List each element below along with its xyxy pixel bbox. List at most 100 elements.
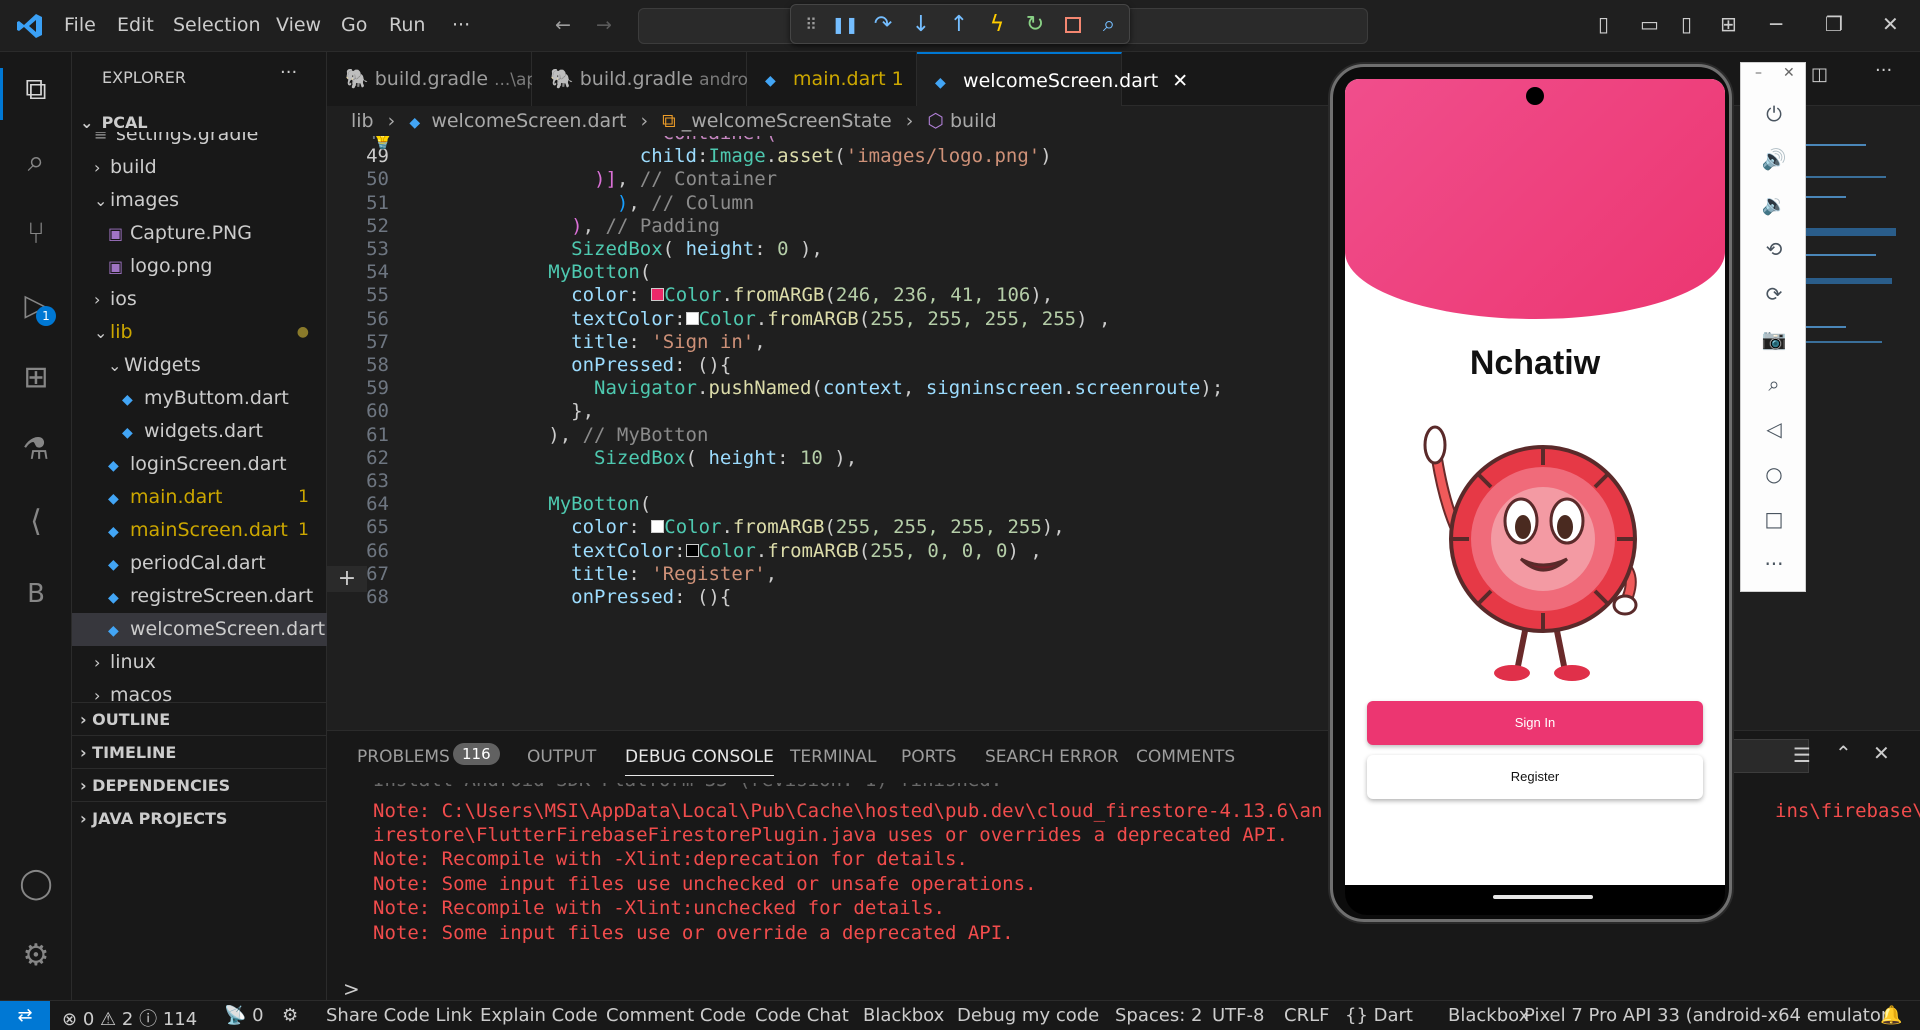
zoom-icon[interactable]: ⌕ — [1759, 369, 1789, 399]
add-line-icon[interactable]: + — [327, 566, 367, 592]
maximize-panel-icon[interactable]: ⌃ — [1835, 741, 1852, 765]
close-window-icon[interactable]: ✕ — [1882, 12, 1899, 36]
volume-up-icon[interactable]: 🔊 — [1759, 144, 1789, 174]
status-explain-code[interactable]: Explain Code — [480, 1005, 598, 1026]
toggle-sidebar-icon[interactable]: ▯ — [1598, 12, 1609, 36]
explorer-more-icon[interactable]: ··· — [280, 62, 297, 83]
tree-item[interactable]: ◆ myButtom.dart — [72, 382, 327, 415]
timeline-section[interactable]: › TIMELINE — [72, 735, 327, 768]
back-arrow-icon[interactable]: ← — [555, 14, 571, 36]
tree-item[interactable]: › build — [72, 151, 327, 184]
settings-gear-icon[interactable]: ⚙ — [14, 934, 58, 978]
split-editor-icon[interactable]: ◫ — [1811, 64, 1828, 85]
customize-layout-icon[interactable]: ⊞ — [1720, 12, 1737, 36]
status-eol[interactable]: CRLF — [1284, 1005, 1329, 1026]
dependencies-section[interactable]: › DEPENDENCIES — [72, 768, 327, 801]
status-blackbox-2[interactable]: Blackbox — [1448, 1005, 1529, 1026]
emulator-minimize-icon[interactable]: – — [1755, 65, 1762, 81]
breadcrumb-item[interactable]: _welcomeScreenState — [682, 110, 892, 132]
lightbulb-icon[interactable]: 💡 — [369, 136, 396, 151]
panel-tab-terminal[interactable]: TERMINAL — [790, 747, 876, 767]
back-triangle-icon[interactable]: ◁ — [1759, 414, 1789, 444]
status-blackbox[interactable]: Blackbox — [863, 1005, 944, 1026]
close-panel-icon[interactable]: ✕ — [1873, 741, 1890, 765]
tree-item[interactable]: ◆ welcomeScreen.dart — [72, 613, 327, 646]
tree-item[interactable]: ◆ periodCal.dart — [72, 547, 327, 580]
tree-item[interactable]: ◆ widgets.dart — [72, 415, 327, 448]
step-out-icon[interactable]: ↑ — [945, 11, 973, 39]
tab-welcome-screen-dart[interactable]: ◆ welcomeScreen.dart ✕ — [917, 52, 1188, 106]
stop-icon[interactable] — [1059, 11, 1087, 39]
forward-arrow-icon[interactable]: → — [596, 14, 612, 36]
tree-item[interactable]: › ios — [72, 283, 327, 316]
menu-run[interactable]: Run — [389, 14, 425, 36]
tree-item[interactable]: › linux — [72, 646, 327, 679]
editor-more-icon[interactable]: ··· — [1875, 60, 1892, 81]
status-indentation[interactable]: Spaces: 2 — [1115, 1005, 1202, 1026]
drag-handle-icon[interactable]: ⠿ — [797, 11, 825, 39]
search-icon[interactable]: ⌕ — [14, 140, 58, 184]
tab-main-dart[interactable]: ◆ main.dart 1 — [747, 52, 917, 106]
debug-config-icon[interactable]: ⚙ — [282, 1005, 298, 1026]
problems-summary[interactable]: ⊗ 0 ⚠ 2 ⓘ 114 — [62, 1005, 197, 1030]
blackbox-icon[interactable]: B — [14, 572, 58, 616]
tree-item[interactable]: ▣ logo.png — [72, 250, 327, 283]
tab-build-gradle-android[interactable]: 🐘 build.gradle android — [532, 52, 764, 106]
status-language[interactable]: {} Dart — [1345, 1005, 1413, 1026]
account-icon[interactable]: ◯ — [14, 862, 58, 906]
phone-screen[interactable]: Nchatiw Sign In Register — [1345, 79, 1725, 885]
close-tab-icon[interactable]: ✕ — [1172, 70, 1188, 92]
status-comment-code[interactable]: Comment Code — [606, 1005, 746, 1026]
toggle-secondary-sidebar-icon[interactable]: ▯ — [1681, 12, 1692, 36]
tree-item[interactable]: ◆ mainScreen.dart 1 — [72, 514, 327, 547]
menu-more[interactable]: ··· — [452, 14, 470, 36]
home-circle-icon[interactable]: ○ — [1759, 459, 1789, 489]
panel-tab-comments[interactable]: COMMENTS — [1136, 747, 1235, 767]
clear-console-icon[interactable]: ☰ — [1793, 743, 1811, 767]
overview-square-icon[interactable]: □ — [1759, 504, 1789, 534]
register-button[interactable]: Register — [1367, 755, 1703, 799]
pause-icon[interactable]: ❚❚ — [831, 11, 859, 39]
tree-item[interactable]: ▣ Capture.PNG — [72, 217, 327, 250]
emulator-close-icon[interactable]: ✕ — [1783, 65, 1795, 81]
tree-item[interactable]: ◆ main.dart 1 — [72, 481, 327, 514]
testing-icon[interactable]: ⚗ — [14, 428, 58, 472]
tab-build-gradle-app[interactable]: 🐘 build.gradle ...\app — [327, 52, 548, 106]
menu-selection[interactable]: Selection — [173, 14, 261, 36]
volume-down-icon[interactable]: 🔉 — [1759, 189, 1789, 219]
tree-item[interactable]: ◆ loginScreen.dart — [72, 448, 327, 481]
breadcrumb-item[interactable]: lib — [351, 110, 374, 132]
status-encoding[interactable]: UTF-8 — [1212, 1005, 1264, 1026]
panel-tab-output[interactable]: OUTPUT — [527, 747, 596, 767]
java-projects-section[interactable]: › JAVA PROJECTS — [72, 801, 327, 834]
outline-section[interactable]: › OUTLINE — [72, 702, 327, 735]
sign-in-button[interactable]: Sign In — [1367, 701, 1703, 745]
restore-window-icon[interactable]: ❐ — [1825, 12, 1843, 36]
tree-item[interactable]: ⌄ images — [72, 184, 327, 217]
breadcrumb-item[interactable]: welcomeScreen.dart — [431, 110, 626, 132]
tree-item[interactable]: › macos — [72, 679, 327, 702]
console-prompt[interactable]: > — [343, 977, 360, 1001]
restart-icon[interactable]: ↻ — [1021, 11, 1049, 39]
hot-reload-icon[interactable]: ϟ — [983, 11, 1011, 39]
rotate-left-icon[interactable]: ⟲ — [1759, 234, 1789, 264]
ports-status[interactable]: 📡 0 — [224, 1005, 264, 1026]
notifications-bell-icon[interactable]: 🔔 — [1880, 1005, 1902, 1026]
source-control-icon[interactable]: ⑂ — [14, 212, 58, 256]
panel-tab-search-error[interactable]: SEARCH ERROR — [985, 747, 1119, 767]
rotate-right-icon[interactable]: ⟳ — [1759, 279, 1789, 309]
tree-item[interactable]: ⌄ Widgets — [72, 349, 327, 382]
tree-item[interactable]: ◆ registreScreen.dart — [72, 580, 327, 613]
panel-tab-problems[interactable]: PROBLEMS — [357, 747, 450, 767]
devtools-search-icon[interactable]: ⌕ — [1095, 11, 1123, 39]
menu-file[interactable]: File — [64, 14, 96, 36]
panel-tab-ports[interactable]: PORTS — [901, 747, 956, 767]
minimap[interactable] — [1800, 136, 1910, 436]
extensions-icon[interactable]: ⊞ — [14, 356, 58, 400]
toggle-panel-icon[interactable]: ▭ — [1640, 12, 1659, 36]
flutter-icon[interactable]: ⟨ — [14, 500, 58, 544]
extended-controls-icon[interactable]: ··· — [1759, 549, 1789, 579]
breadcrumb-item[interactable]: build — [950, 110, 997, 132]
remote-indicator-icon[interactable]: ⇄ — [0, 1001, 50, 1030]
status-share-code-link[interactable]: Share Code Link — [326, 1005, 472, 1026]
